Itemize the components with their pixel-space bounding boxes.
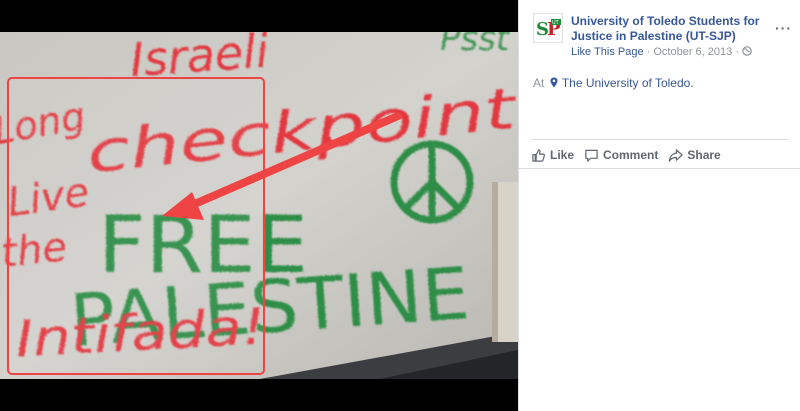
post-meta: Like This Page · October 6, 2013 ·	[571, 46, 752, 58]
meta-separator-2: ·	[735, 46, 739, 58]
globe-icon[interactable]	[742, 46, 752, 56]
graffiti-psst: Psst	[440, 32, 511, 59]
post-photo[interactable]: Israeli Psst Long checkpoint Live the FR…	[0, 32, 518, 379]
map-pin-icon	[550, 77, 558, 88]
location-link[interactable]: The University of Toledo.	[562, 76, 694, 90]
meta-separator: ·	[646, 46, 651, 58]
like-button[interactable]: Like	[531, 148, 574, 163]
comment-icon	[585, 149, 598, 162]
like-page-link[interactable]: Like This Page	[571, 46, 644, 58]
actions-divider	[531, 139, 789, 140]
comment-label: Comment	[603, 148, 659, 162]
annotation-box	[7, 77, 265, 375]
page-avatar[interactable]: S P UT	[533, 13, 563, 43]
comments-divider	[519, 168, 800, 169]
page-name-link[interactable]: University of Toledo Students for Justic…	[571, 14, 771, 44]
location-line: At The University of Toledo.	[533, 76, 694, 90]
ut-sjp-logo-icon: S P UT	[534, 14, 562, 42]
post-actions: Like Comment Share	[531, 144, 731, 166]
share-label: Share	[687, 148, 721, 162]
post-sidebar: S P UT University of Toledo Students for…	[518, 0, 800, 411]
graffiti-wall-image: Israeli Psst Long checkpoint Live the FR…	[0, 32, 518, 379]
post-date[interactable]: October 6, 2013	[653, 46, 732, 58]
thumbs-up-icon	[532, 148, 545, 162]
logo-letters-ut: UT	[552, 20, 560, 26]
share-button[interactable]: Share	[668, 148, 721, 163]
location-prefix: At	[533, 76, 545, 90]
more-options-icon[interactable]: ···	[775, 20, 792, 36]
like-label: Like	[550, 148, 575, 162]
comment-button[interactable]: Comment	[584, 148, 658, 163]
photo-viewer: Israeli Psst Long checkpoint Live the FR…	[0, 0, 518, 411]
share-icon	[669, 148, 684, 162]
